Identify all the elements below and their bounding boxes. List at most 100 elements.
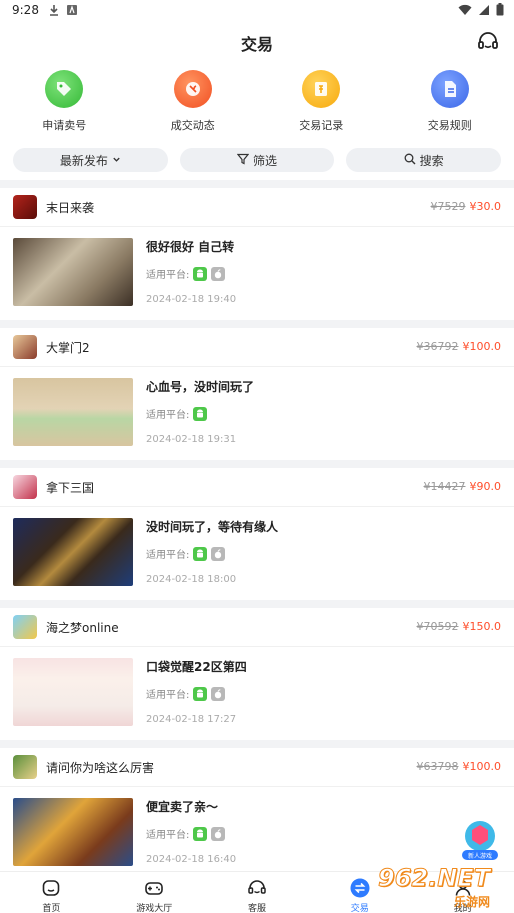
price-group: ¥14427 ¥90.0 — [424, 480, 502, 493]
listing-title: 没时间玩了，等待有缘人 — [146, 520, 279, 534]
page-title: 交易 — [240, 35, 273, 54]
sort-label: 最新发布 — [59, 153, 108, 168]
listing-date: 2024-02-18 19:40 — [146, 294, 237, 305]
shortcut-label: 成交动态 — [170, 119, 215, 132]
float-badge-label: 新人游戏 — [467, 853, 492, 860]
home-icon — [41, 878, 61, 898]
listing-date: 2024-02-18 19:31 — [146, 434, 237, 445]
listing-card[interactable]: 请问你为啥这么厉害 ¥63798 ¥100.0 便宜卖了亲～ 适用平台: 2024… — [0, 748, 514, 880]
rules-document-icon — [430, 70, 469, 108]
listing-screenshot — [13, 378, 133, 446]
filter-label: 筛选 — [253, 153, 278, 168]
download-icon — [48, 4, 60, 19]
nav-label: 首页 — [42, 904, 61, 913]
game-name: 请问你为啥这么厉害 — [46, 761, 155, 775]
game-icon — [13, 475, 37, 499]
shortcut-trade-records[interactable]: 交易记录 — [257, 62, 386, 142]
android-icon — [193, 826, 208, 841]
nav-home[interactable]: 首页 — [0, 872, 103, 913]
android-icon — [193, 686, 208, 701]
platform-row: 适用平台: — [146, 546, 226, 561]
apple-icon — [211, 266, 226, 281]
sale-price: ¥30.0 — [469, 200, 502, 213]
platform-row: 适用平台: — [146, 266, 226, 281]
listing-screenshot — [13, 238, 133, 306]
listing-title: 很好很好 自己转 — [146, 240, 235, 254]
listing-date: 2024-02-18 17:27 — [146, 714, 237, 725]
divider — [0, 786, 514, 787]
game-name: 大掌门2 — [46, 341, 90, 355]
apple-icon — [211, 546, 226, 561]
listing-date: 2024-02-18 16:40 — [146, 854, 237, 865]
platform-label: 适用平台: — [146, 830, 190, 841]
apple-icon — [211, 686, 226, 701]
game-icon — [13, 195, 37, 219]
search-icon — [404, 153, 416, 168]
price-group: ¥7529 ¥30.0 — [431, 200, 502, 213]
listing-title: 心血号，没时间玩了 — [146, 380, 255, 394]
android-icon — [193, 406, 208, 421]
records-icon — [302, 70, 341, 108]
divider — [0, 226, 514, 227]
listing-date: 2024-02-18 18:00 — [146, 574, 237, 585]
shortcut-trade-rules[interactable]: 交易规则 — [386, 62, 514, 142]
game-name: 海之梦online — [46, 621, 119, 635]
nav-customer-service[interactable]: 客服 — [206, 872, 309, 913]
game-icon — [13, 755, 37, 779]
sale-price: ¥90.0 — [469, 480, 502, 493]
original-price: ¥7529 — [430, 200, 466, 213]
listing-card[interactable]: 海之梦online ¥70592 ¥150.0 口袋觉醒22区第四 适用平台: 2… — [0, 608, 514, 740]
listing-screenshot — [13, 658, 133, 726]
nav-game-hall[interactable]: 游戏大厅 — [103, 872, 206, 913]
android-icon — [193, 266, 208, 281]
watermark-subtext: 乐游网 — [454, 895, 491, 909]
platform-label: 适用平台: — [146, 270, 190, 281]
new-user-float-badge[interactable]: 新人游戏 — [458, 818, 502, 862]
tag-icon — [45, 70, 84, 108]
search-label: 搜索 — [419, 153, 444, 168]
listing-card[interactable]: 末日来袭 ¥7529 ¥30.0 很好很好 自己转 适用平台: 2024-02-1… — [0, 188, 514, 320]
platform-label: 适用平台: — [146, 690, 190, 701]
listing-screenshot — [13, 798, 133, 866]
nav-label: 交易 — [350, 904, 369, 913]
listing-title: 便宜卖了亲～ — [146, 800, 219, 814]
price-group: ¥70592 ¥150.0 — [417, 620, 502, 633]
filter-button[interactable]: 筛选 — [179, 148, 335, 172]
price-group: ¥63798 ¥100.0 — [417, 760, 502, 773]
original-price: ¥14427 — [423, 480, 466, 493]
wifi-icon — [458, 4, 472, 19]
apple-icon — [211, 826, 226, 841]
listing-screenshot — [13, 518, 133, 586]
sale-price: ¥150.0 — [462, 620, 502, 633]
shortcut-sell-account[interactable]: 申请卖号 — [0, 62, 129, 142]
divider — [0, 646, 514, 647]
sort-dropdown[interactable]: 最新发布 — [13, 148, 168, 172]
watermark-text: 962.NET — [377, 864, 491, 893]
platform-row: 适用平台: — [146, 686, 226, 701]
nav-label: 客服 — [247, 904, 266, 913]
customer-service-icon[interactable] — [476, 30, 500, 54]
game-name: 末日来袭 — [46, 201, 95, 215]
price-group: ¥36792 ¥100.0 — [417, 340, 502, 353]
status-time: 9:28 — [12, 3, 39, 17]
android-icon — [193, 546, 208, 561]
listing-card[interactable]: 大掌门2 ¥36792 ¥100.0 心血号，没时间玩了 适用平台: 2024-0… — [0, 328, 514, 460]
headset-icon — [247, 878, 267, 898]
status-bar: 9:28 — [0, 0, 514, 22]
platform-label: 适用平台: — [146, 550, 190, 561]
shortcut-deal-feed[interactable]: 成交动态 — [129, 62, 258, 142]
divider — [0, 506, 514, 507]
page-header: 交易 — [0, 22, 514, 62]
nav-label: 游戏大厅 — [136, 904, 173, 913]
original-price: ¥63798 — [416, 760, 459, 773]
search-button[interactable]: 搜索 — [346, 148, 502, 172]
exchange-icon — [350, 878, 370, 898]
game-icon — [13, 615, 37, 639]
sale-price: ¥100.0 — [462, 340, 502, 353]
funnel-icon — [236, 153, 250, 168]
listing-card[interactable]: 拿下三国 ¥14427 ¥90.0 没时间玩了，等待有缘人 适用平台: 2024-… — [0, 468, 514, 600]
shortcut-label: 交易记录 — [299, 119, 344, 132]
shortcut-label: 交易规则 — [427, 119, 472, 132]
shortcut-label: 申请卖号 — [42, 119, 87, 132]
site-watermark: 962.NET 乐游网 — [376, 864, 510, 910]
